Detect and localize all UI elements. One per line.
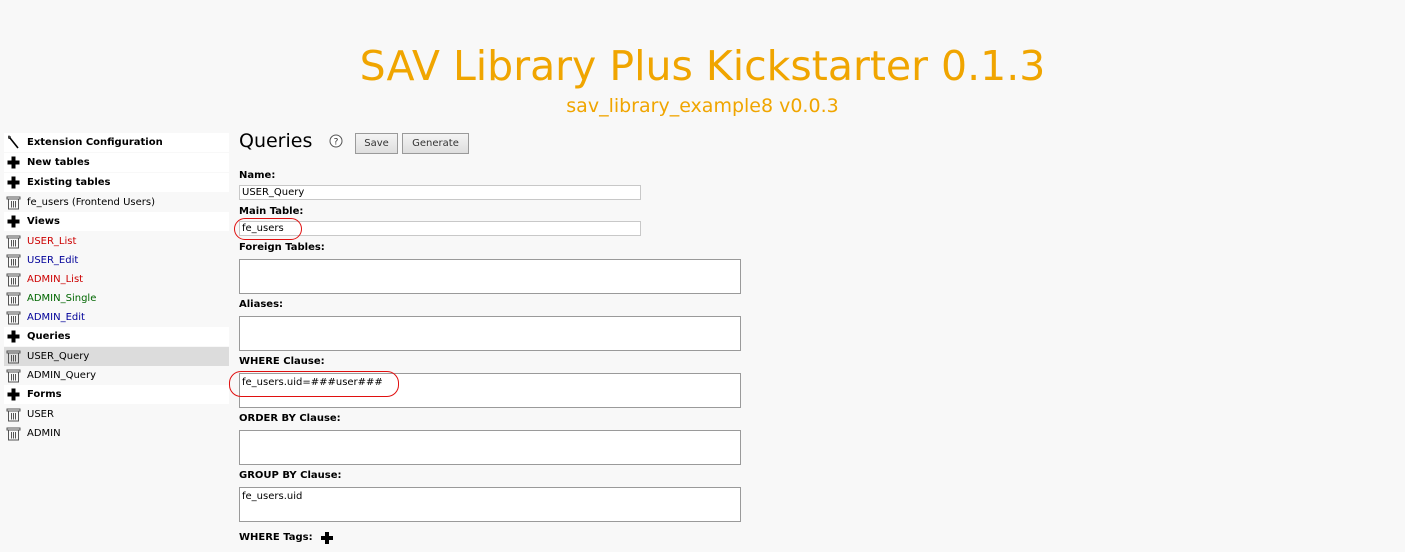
main-table-label: Main Table: [239, 206, 304, 217]
sidebar-item-user-edit[interactable]: USER_Edit [4, 251, 229, 270]
sidebar-item-forms[interactable]: Forms [4, 385, 229, 404]
sidebar: Extension Configuration New tables Exist… [4, 133, 229, 443]
sidebar-item-admin-single[interactable]: ADMIN_Single [4, 289, 229, 308]
trash-icon[interactable] [6, 234, 21, 249]
sidebar-item-new-tables[interactable]: New tables [4, 153, 229, 172]
trash-icon[interactable] [6, 349, 21, 364]
save-button[interactable]: Save [355, 133, 398, 154]
sidebar-item-label: ADMIN_Edit [27, 312, 85, 323]
sidebar-item-user-list[interactable]: USER_List [4, 232, 229, 251]
sidebar-item-label: Extension Configuration [27, 137, 163, 148]
sidebar-item-admin-query[interactable]: ADMIN_Query [4, 366, 229, 385]
page-title: Queries [239, 130, 313, 152]
name-field[interactable]: USER_Query [239, 185, 641, 200]
trash-icon[interactable] [6, 272, 21, 287]
sidebar-item-label: fe_users (Frontend Users) [27, 197, 155, 208]
main-table-field[interactable]: fe_users [239, 221, 641, 236]
generate-button[interactable]: Generate [402, 133, 469, 154]
foreign-tables-field[interactable] [239, 259, 741, 294]
trash-icon[interactable] [6, 310, 21, 325]
where-clause-label: WHERE Clause: [239, 356, 325, 367]
add-where-tag-icon[interactable] [320, 531, 334, 545]
order-by-label: ORDER BY Clause: [239, 413, 341, 424]
sidebar-item-queries[interactable]: Queries [4, 327, 229, 346]
extension-subtitle: sav_library_example8 v0.0.3 [566, 95, 839, 117]
sidebar-item-label: USER_List [27, 236, 77, 247]
sidebar-item-views[interactable]: Views [4, 212, 229, 231]
aliases-field[interactable] [239, 316, 741, 351]
group-by-field[interactable]: fe_users.uid [239, 487, 741, 522]
sidebar-item-label: ADMIN_Query [27, 370, 96, 381]
sidebar-item-form-admin[interactable]: ADMIN [4, 424, 229, 443]
wand-icon [8, 135, 19, 149]
sidebar-item-label: ADMIN_List [27, 274, 84, 285]
sidebar-item-admin-edit[interactable]: ADMIN_Edit [4, 308, 229, 327]
plus-icon [7, 156, 20, 169]
trash-icon[interactable] [6, 253, 21, 268]
plus-icon [7, 215, 20, 228]
sidebar-item-label: ADMIN [27, 428, 61, 439]
help-icon[interactable]: ? [329, 134, 343, 148]
sidebar-item-fe-users[interactable]: fe_users (Frontend Users) [4, 193, 229, 212]
svg-text:?: ? [334, 138, 339, 148]
sidebar-item-label: Forms [27, 389, 62, 400]
trash-icon[interactable] [6, 368, 21, 383]
app-title: SAV Library Plus Kickstarter 0.1.3 [359, 42, 1046, 90]
foreign-tables-label: Foreign Tables: [239, 242, 325, 253]
group-by-label: GROUP BY Clause: [239, 470, 342, 481]
trash-icon[interactable] [6, 195, 21, 210]
where-tags-label: WHERE Tags: [239, 532, 313, 543]
plus-icon [7, 330, 20, 343]
sidebar-item-label: USER_Edit [27, 255, 79, 266]
trash-icon[interactable] [6, 291, 21, 306]
sidebar-item-label: Queries [27, 331, 71, 342]
trash-icon[interactable] [6, 426, 21, 441]
plus-icon [7, 176, 20, 189]
sidebar-item-label: ADMIN_Single [27, 293, 97, 304]
trash-icon[interactable] [6, 407, 21, 422]
sidebar-item-label: USER_Query [27, 351, 90, 362]
aliases-label: Aliases: [239, 299, 284, 310]
sidebar-item-admin-list[interactable]: ADMIN_List [4, 270, 229, 289]
sidebar-item-extension-configuration[interactable]: Extension Configuration [4, 133, 229, 152]
name-label: Name: [239, 170, 276, 181]
sidebar-item-existing-tables[interactable]: Existing tables [4, 173, 229, 192]
sidebar-item-form-user[interactable]: USER [4, 405, 229, 424]
plus-icon [7, 388, 20, 401]
order-by-field[interactable] [239, 430, 741, 465]
sidebar-item-label: Existing tables [27, 177, 111, 188]
sidebar-item-label: USER [27, 409, 54, 420]
where-clause-field[interactable]: fe_users.uid=###user### [239, 373, 741, 408]
sidebar-item-user-query[interactable]: USER_Query [4, 347, 229, 366]
sidebar-item-label: New tables [27, 157, 90, 168]
sidebar-item-label: Views [27, 216, 60, 227]
